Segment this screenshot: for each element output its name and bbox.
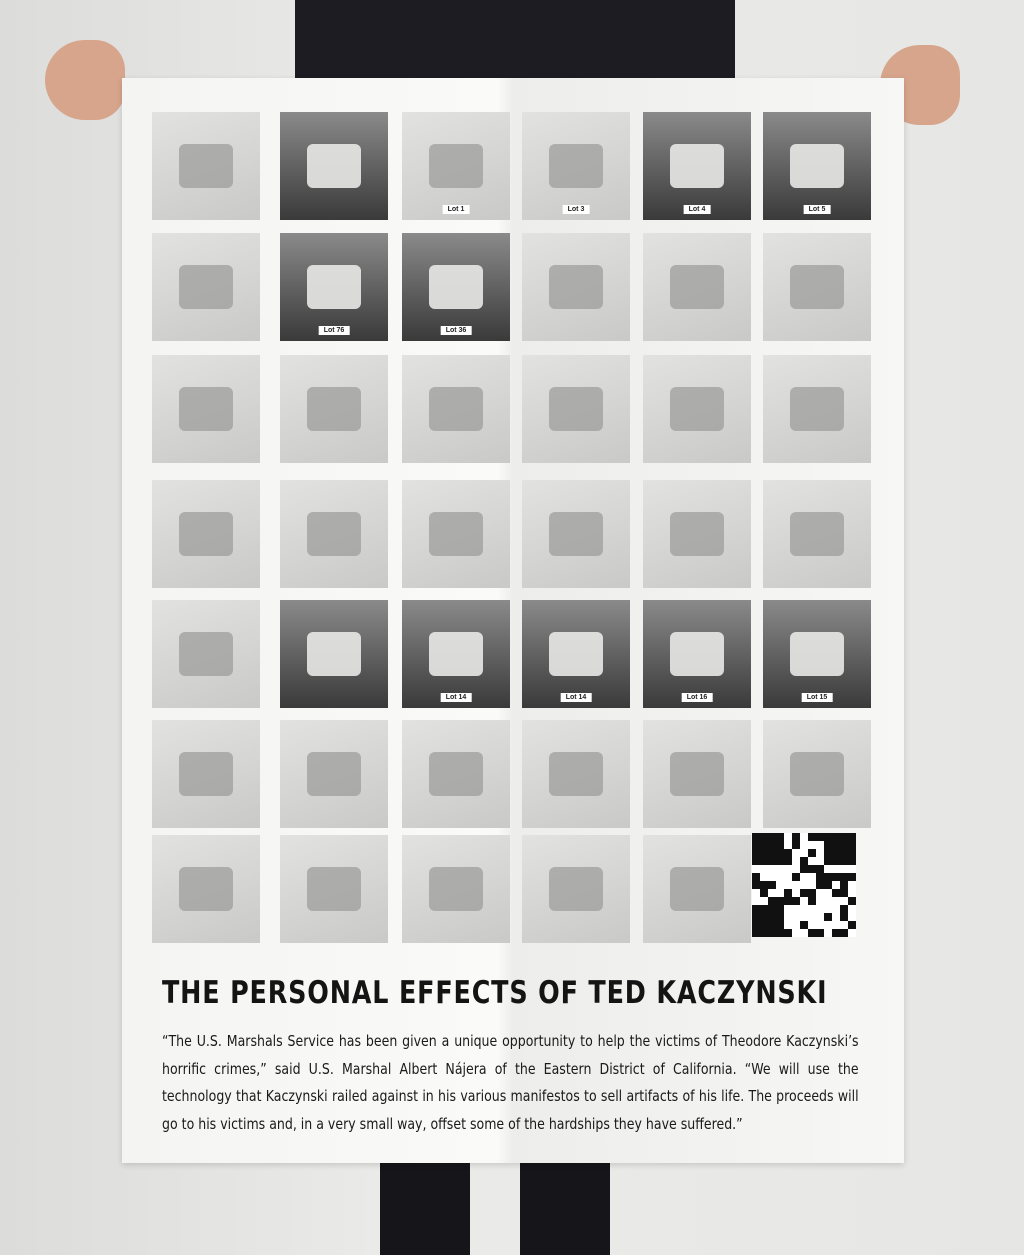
lot-label: Lot 16 [681,693,713,702]
photo-caps [522,480,630,588]
photo-photographs: Lot 36 [402,233,510,341]
photo-hatchet [152,835,260,943]
photo-shoes [643,233,751,341]
qr-code[interactable] [752,833,856,937]
photo-nut [402,720,510,828]
papers-image [307,632,361,676]
document-image [429,632,483,676]
clamp-image [307,867,361,911]
rod-image [307,512,361,556]
photo-vise [522,835,630,943]
photo-knife [643,355,751,463]
photo-wrenches [402,835,510,943]
hooded-sweatshirt-image [179,144,233,188]
photo-document: Lot 1 [402,112,510,220]
poster-quote: “The U.S. Marshals Service has been give… [162,1032,859,1133]
wrenches-image [429,867,483,911]
poster-title: THE PERSONAL EFFECTS OF TED KACZYNSKI [162,975,828,1011]
document-image [429,144,483,188]
pliers-image [307,752,361,796]
knife-image [670,387,724,431]
photographs-image [429,265,483,309]
lot-label: Lot 36 [440,326,472,335]
hatchets-image [549,387,603,431]
photo-scale [522,233,630,341]
photo-sunglasses [280,355,388,463]
lot-label: Lot 1 [442,205,470,214]
documents-image [790,144,844,188]
document-image [549,144,603,188]
lot-label: Lot 4 [683,205,711,214]
photo-scissors [522,720,630,828]
photo-boots [763,233,871,341]
hatchet-image [179,867,233,911]
lot-label: Lot 15 [801,693,833,702]
boots-image [790,265,844,309]
photo-drill-bits [763,720,871,828]
photo-papers [152,600,260,708]
scissors-image [549,752,603,796]
person-leg [380,1150,470,1255]
photo-documents: Lot 5 [763,112,871,220]
photo-pencils [402,480,510,588]
photo-sunglasses [402,355,510,463]
scale-image [549,265,603,309]
photo-tool [152,480,260,588]
drill-bits-image [790,752,844,796]
sunglasses-image [429,387,483,431]
tool-image [179,512,233,556]
photo-medallion [763,480,871,588]
nut-image [429,752,483,796]
photo-cloth [152,355,260,463]
photo-pliers [280,720,388,828]
tide-box-items-image [670,867,724,911]
photo-hatchets [522,355,630,463]
vise-image [549,867,603,911]
photo-book [152,720,260,828]
photo-hammer [763,355,871,463]
lot-label: Lot 76 [318,326,350,335]
photo-papers [280,600,388,708]
photo-clamp [280,835,388,943]
photo-document: Lot 14 [522,600,630,708]
photo-document: Lot 3 [522,112,630,220]
photo-tools [643,720,751,828]
book-image [179,752,233,796]
medallion-image [790,512,844,556]
photo-document: Lot 14 [402,600,510,708]
person-leg [520,1150,610,1255]
photo-bag [643,480,751,588]
lot-label: Lot 3 [562,205,590,214]
photo-document: Lot 16 [643,600,751,708]
books-image [307,265,361,309]
photo-typewriter [280,112,388,220]
photo-rod [280,480,388,588]
left-hand [45,40,125,120]
document-image [549,632,603,676]
photo-document: Lot 15 [763,600,871,708]
photo-tide-box-items [643,835,751,943]
photo-hooded-sweatshirt [152,112,260,220]
photo-papers [152,233,260,341]
tools-image [670,752,724,796]
papers-image [179,632,233,676]
document-image [670,632,724,676]
caps-image [549,512,603,556]
lot-label: Lot 14 [440,693,472,702]
hammer-image [790,387,844,431]
papers-image [179,265,233,309]
shoes-image [670,265,724,309]
document-image [790,632,844,676]
photo-documents: Lot 4 [643,112,751,220]
lot-label: Lot 14 [560,693,592,702]
lot-label: Lot 5 [803,205,831,214]
typewriter-image [307,144,361,188]
cloth-image [179,387,233,431]
photo-books: Lot 76 [280,233,388,341]
bag-image [670,512,724,556]
documents-image [670,144,724,188]
pencils-image [429,512,483,556]
sunglasses-image [307,387,361,431]
